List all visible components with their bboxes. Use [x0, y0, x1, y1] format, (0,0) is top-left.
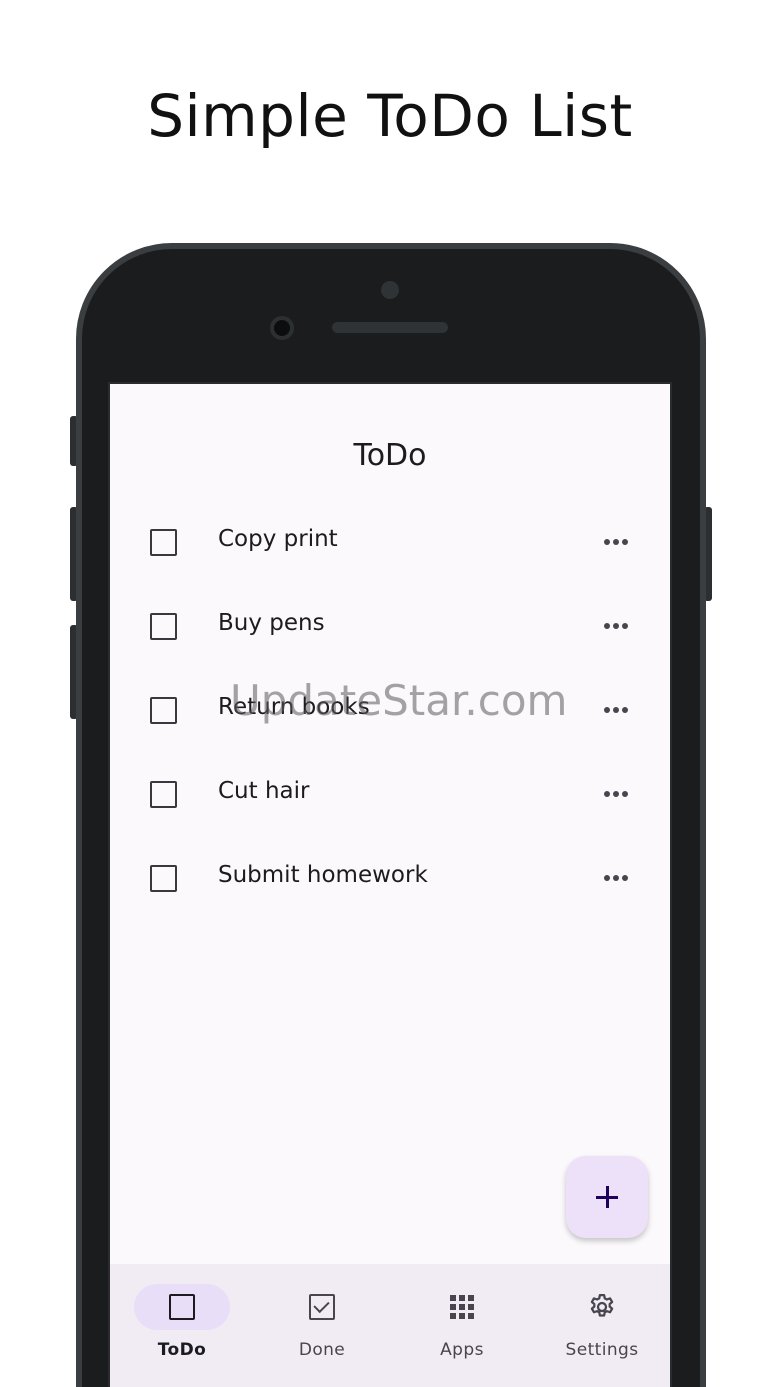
earpiece-speaker [332, 322, 448, 333]
todo-label: Copy print [218, 526, 338, 552]
nav-item-done[interactable]: Done [252, 1264, 392, 1387]
todo-label: Cut hair [218, 778, 310, 804]
more-horiz-icon[interactable] [598, 608, 634, 644]
todo-checkbox[interactable] [150, 529, 177, 556]
proximity-sensor [381, 281, 399, 299]
nav-active-indicator [134, 1284, 230, 1330]
page-title: ToDo [353, 438, 427, 473]
todo-label: Submit homework [218, 862, 428, 888]
checkbox-checked-icon [309, 1294, 335, 1320]
plus-icon [596, 1186, 618, 1208]
more-horiz-icon[interactable] [598, 524, 634, 560]
nav-item-todo[interactable]: ToDo [112, 1264, 252, 1387]
nav-item-settings[interactable]: Settings [532, 1264, 670, 1387]
todo-checkbox[interactable] [150, 865, 177, 892]
nav-icon-slot [274, 1284, 370, 1330]
todo-item[interactable]: Copy print [110, 500, 670, 584]
nav-icon-slot [554, 1284, 650, 1330]
more-horiz-icon[interactable] [598, 776, 634, 812]
todo-checkbox[interactable] [150, 613, 177, 640]
app-screen: ToDo Copy print Buy pens Return books Cu… [108, 382, 672, 1387]
front-camera [270, 316, 294, 340]
todo-item[interactable]: Submit homework [110, 836, 670, 920]
more-horiz-icon[interactable] [598, 692, 634, 728]
nav-label: Settings [565, 1340, 639, 1360]
bottom-navigation: ToDo Done Apps Settings [110, 1264, 670, 1387]
nav-icon-slot [414, 1284, 510, 1330]
apps-grid-icon [450, 1295, 474, 1319]
todo-item[interactable]: Cut hair [110, 752, 670, 836]
nav-label: Done [298, 1340, 346, 1360]
nav-item-apps[interactable]: Apps [392, 1264, 532, 1387]
nav-label: Apps [440, 1340, 484, 1360]
todo-item[interactable]: Buy pens [110, 584, 670, 668]
todo-checkbox[interactable] [150, 781, 177, 808]
nav-label: ToDo [157, 1340, 207, 1360]
more-horiz-icon[interactable] [598, 860, 634, 896]
gear-icon [590, 1294, 614, 1317]
todo-item[interactable]: Return books [110, 668, 670, 752]
todo-label: Return books [218, 694, 370, 720]
todo-checkbox[interactable] [150, 697, 177, 724]
todo-label: Buy pens [218, 610, 325, 636]
todo-list: Copy print Buy pens Return books Cut hai… [110, 500, 670, 920]
checkbox-blank-icon [169, 1294, 195, 1320]
promo-title: Simple ToDo List [147, 82, 633, 150]
add-todo-button[interactable] [566, 1156, 648, 1238]
